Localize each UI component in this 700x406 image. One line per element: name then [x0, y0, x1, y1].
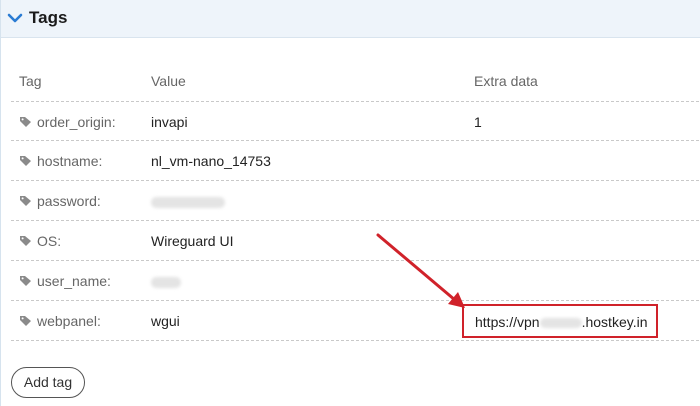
redaction-blur	[151, 276, 181, 288]
table-row: user_name:	[11, 261, 699, 301]
annotation-arrow	[376, 233, 465, 308]
tag-icon	[20, 156, 31, 166]
value-cell-redacted	[151, 193, 225, 209]
url-prefix: https://vpn	[475, 314, 540, 330]
tag-icon	[20, 196, 31, 206]
table-row: password:	[11, 181, 699, 221]
value-cell: invapi	[151, 114, 188, 130]
redaction-blur	[539, 318, 582, 329]
tag-cell: user_name:	[19, 273, 111, 289]
tag-cell: OS:	[19, 233, 61, 249]
tag-cell: webpanel:	[19, 313, 101, 329]
redaction-blur	[151, 196, 225, 208]
chevron-down-icon[interactable]	[6, 9, 24, 27]
webpanel-url[interactable]: https://vpn .hostkey.in	[475, 314, 647, 330]
tag-cell: password:	[19, 193, 101, 209]
highlight-box: https://vpn .hostkey.in	[462, 304, 658, 338]
url-suffix: .hostkey.in	[581, 314, 648, 330]
tag-name: hostname:	[37, 153, 103, 169]
column-header-value: Value	[151, 73, 186, 89]
tag-cell: hostname:	[19, 153, 102, 169]
table-row: OS: Wireguard UI	[11, 221, 699, 261]
tag-cell: order_origin:	[19, 114, 116, 130]
table-row: hostname: nl_vm-nano_14753	[11, 141, 699, 181]
section-title: Tags	[29, 8, 68, 27]
value-cell-redacted	[151, 273, 181, 289]
extra-cell: 1	[474, 114, 482, 130]
tag-icon	[20, 236, 31, 246]
value-cell: wgui	[151, 313, 180, 329]
tag-name: order_origin:	[37, 114, 116, 130]
add-tag-button[interactable]: Add tag	[11, 367, 85, 398]
tag-name: user_name:	[37, 273, 111, 289]
section-header[interactable]: Tags	[1, 0, 700, 38]
tag-icon	[20, 276, 31, 286]
tag-name: password:	[37, 193, 101, 209]
table-row: order_origin: invapi 1	[11, 101, 699, 141]
column-header-tag: Tag	[19, 73, 42, 89]
tag-name: webpanel:	[37, 313, 101, 329]
tags-panel: Tags Tag Value Extra data order_origin: …	[0, 0, 700, 406]
column-header-extra: Extra data	[474, 73, 538, 89]
value-cell: Wireguard UI	[151, 233, 234, 249]
tag-icon	[20, 316, 31, 326]
tag-icon	[20, 117, 31, 127]
tag-name: OS:	[37, 233, 62, 249]
value-cell: nl_vm-nano_14753	[151, 153, 271, 169]
